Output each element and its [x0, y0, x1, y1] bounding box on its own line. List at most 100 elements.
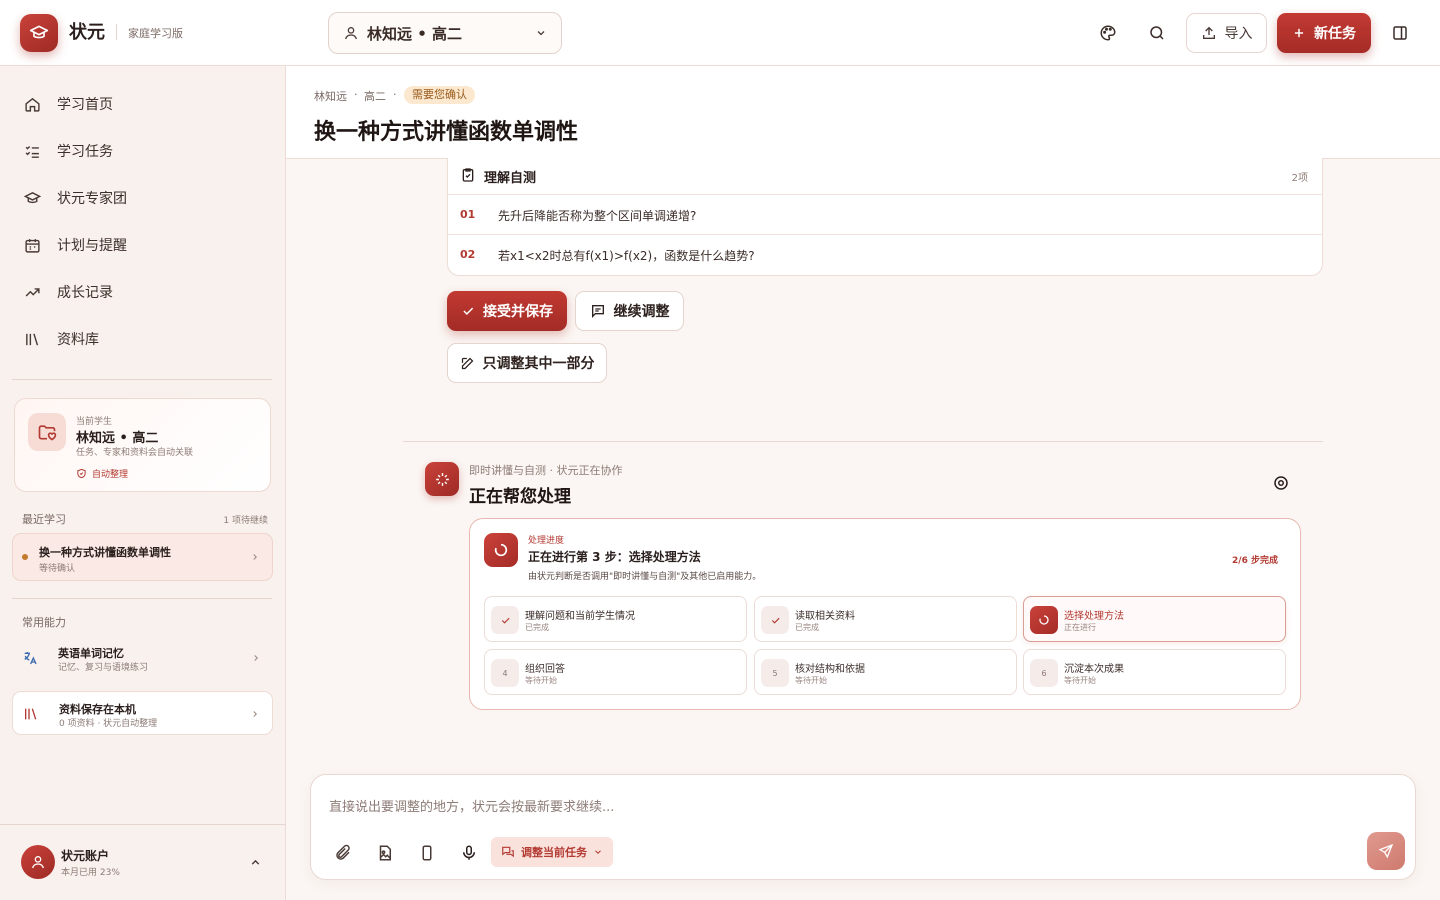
step-item: 理解问题和当前学生情况 已完成 [484, 596, 747, 642]
continue-adjust-button[interactable]: 继续调整 [575, 291, 684, 331]
graduation-cap-icon [29, 25, 49, 39]
account-name: 状元账户 [61, 849, 110, 863]
sidebar-item-label: 状元专家团 [57, 191, 127, 207]
step-number: 5 [761, 659, 789, 687]
import-button[interactable]: 导入 [1186, 13, 1267, 53]
loader-icon [1039, 615, 1049, 625]
step-title: 选择处理方法 [1064, 611, 1124, 622]
phone-icon [422, 845, 432, 861]
sidebar-item-tasks[interactable]: 学习任务 [12, 131, 272, 171]
breadcrumb-separator: · [354, 88, 358, 101]
step-status: 已完成 [795, 623, 819, 632]
chevron-right-icon [253, 711, 257, 717]
question-text: 若x1<x2时总有f(x1)>f(x2)，函数是什么趋势? [498, 249, 755, 263]
new-task-button[interactable]: 新任务 [1277, 13, 1371, 53]
top-bar: 状元 家庭学习版 林知远 • 高二 导入 新任务 [0, 0, 1440, 66]
folder-icon-box [28, 413, 66, 451]
accept-save-button[interactable]: 接受并保存 [447, 291, 567, 331]
ability-title: 资料保存在本机 [59, 703, 136, 716]
chevron-down-icon [595, 850, 601, 854]
message-input[interactable] [329, 795, 1329, 819]
image-upload-button[interactable] [373, 841, 397, 865]
chevron-right-icon [253, 554, 257, 560]
chevron-up-icon [251, 859, 260, 865]
search-button[interactable] [1140, 16, 1174, 50]
recent-section-label: 最近学习 [22, 513, 66, 526]
target-button[interactable] [1264, 466, 1298, 500]
device-button[interactable] [415, 841, 439, 865]
step-status: 正在进行 [1064, 623, 1096, 632]
current-student-card[interactable]: 当前学生 林知远 • 高二 任务、专家和资料会自动关联 自动整理 [14, 398, 271, 492]
ability-item-local-storage[interactable]: 资料保存在本机 0 项资料 · 状元自动整理 [12, 691, 273, 735]
step-status: 已完成 [525, 623, 549, 632]
breadcrumb-grade[interactable]: 高二 [364, 88, 386, 104]
self-test-header: 理解自测 2项 [448, 158, 1322, 195]
account-menu[interactable]: 状元账户 本月已用 23% [0, 824, 286, 900]
step-title: 核对结构和依据 [795, 664, 865, 675]
toggle-panel-button[interactable] [1383, 16, 1417, 50]
image-file-icon [379, 845, 391, 861]
attach-button[interactable] [331, 841, 355, 865]
page-title: 换一种方式讲懂函数单调性 [314, 120, 579, 145]
sidebar-item-plans[interactable]: 计划与提醒 [12, 225, 272, 265]
check-icon [501, 617, 510, 624]
progress-count: 2/6 步完成 [1232, 556, 1278, 566]
breadcrumb-student[interactable]: 林知远 [314, 88, 347, 104]
step-item-active: 选择处理方法 正在进行 [1023, 596, 1286, 642]
theme-button[interactable] [1091, 16, 1125, 50]
task-header: 林知远 · 高二 · 需要您确认 换一种方式讲懂函数单调性 [286, 66, 1440, 159]
breadcrumb-separator: · [393, 88, 397, 101]
sidebar: 学习首页 学习任务 状元专家团 计划与提醒 成长记录 资料库 当前学生 林知远 … [0, 66, 286, 900]
account-usage: 本月已用 23% [61, 868, 120, 878]
send-button[interactable] [1367, 832, 1405, 870]
loader-icon [494, 543, 508, 557]
translate-icon [24, 652, 37, 665]
sidebar-item-home[interactable]: 学习首页 [12, 84, 272, 124]
sidebar-item-library[interactable]: 资料库 [12, 319, 272, 359]
chevron-right-icon [254, 655, 258, 661]
app-logo[interactable] [20, 14, 58, 52]
upload-icon [1202, 26, 1215, 39]
recent-item[interactable]: 换一种方式讲懂函数单调性 等待确认 [12, 533, 273, 581]
auto-organize-tag: 自动整理 [76, 467, 128, 480]
divider [403, 441, 1323, 442]
calendar-icon [25, 238, 40, 253]
partial-adjust-button[interactable]: 只调整其中一部分 [447, 343, 607, 383]
step-title: 理解问题和当前学生情况 [525, 611, 635, 622]
mode-label: 调整当前任务 [521, 846, 587, 859]
ability-item-english[interactable]: 英语单词记忆 记忆、复习与语境练习 [12, 636, 273, 680]
student-selector[interactable]: 林知远 • 高二 [328, 12, 562, 54]
sidebar-item-label: 资料库 [57, 332, 99, 348]
sidebar-item-growth[interactable]: 成长记录 [12, 272, 272, 312]
voice-button[interactable] [457, 841, 481, 865]
partial-adjust-label: 只调整其中一部分 [482, 356, 595, 372]
agent-avatar [425, 462, 459, 496]
shield-check-icon [77, 468, 86, 479]
ability-desc: 0 项资料 · 状元自动整理 [59, 719, 158, 729]
sidebar-item-experts[interactable]: 状元专家团 [12, 178, 272, 218]
microphone-icon [463, 845, 475, 860]
self-test-title: 理解自测 [484, 171, 537, 186]
current-student-desc: 任务、专家和资料会自动关联 [76, 448, 194, 458]
spinner-box [484, 533, 518, 567]
ability-title: 英语单词记忆 [58, 647, 124, 660]
abilities-section-label: 常用能力 [22, 616, 66, 629]
progress-label: 处理进度 [528, 536, 565, 546]
brand-divider [116, 24, 117, 40]
chat-bubbles-icon [502, 846, 514, 858]
check-icon [771, 617, 780, 624]
list-item: 02 若x1<x2时总有f(x1)>f(x2)，函数是什么趋势? [448, 235, 1322, 275]
send-icon [1378, 843, 1394, 859]
step-status-icon [491, 606, 519, 634]
user-icon [32, 856, 44, 869]
progress-title: 正在进行第 3 步：选择处理方法 [528, 550, 701, 564]
folder-heart-icon [38, 425, 57, 441]
question-text: 先升后降能否称为整个区间单调递增? [498, 209, 697, 223]
continue-adjust-label: 继续调整 [613, 304, 670, 320]
step-status: 等待开始 [1064, 676, 1096, 685]
status-dot [22, 554, 28, 560]
user-icon [345, 27, 357, 40]
message-composer: 调整当前任务 [310, 774, 1416, 880]
agent-title: 正在帮您处理 [469, 487, 571, 507]
mode-selector[interactable]: 调整当前任务 [491, 837, 613, 867]
